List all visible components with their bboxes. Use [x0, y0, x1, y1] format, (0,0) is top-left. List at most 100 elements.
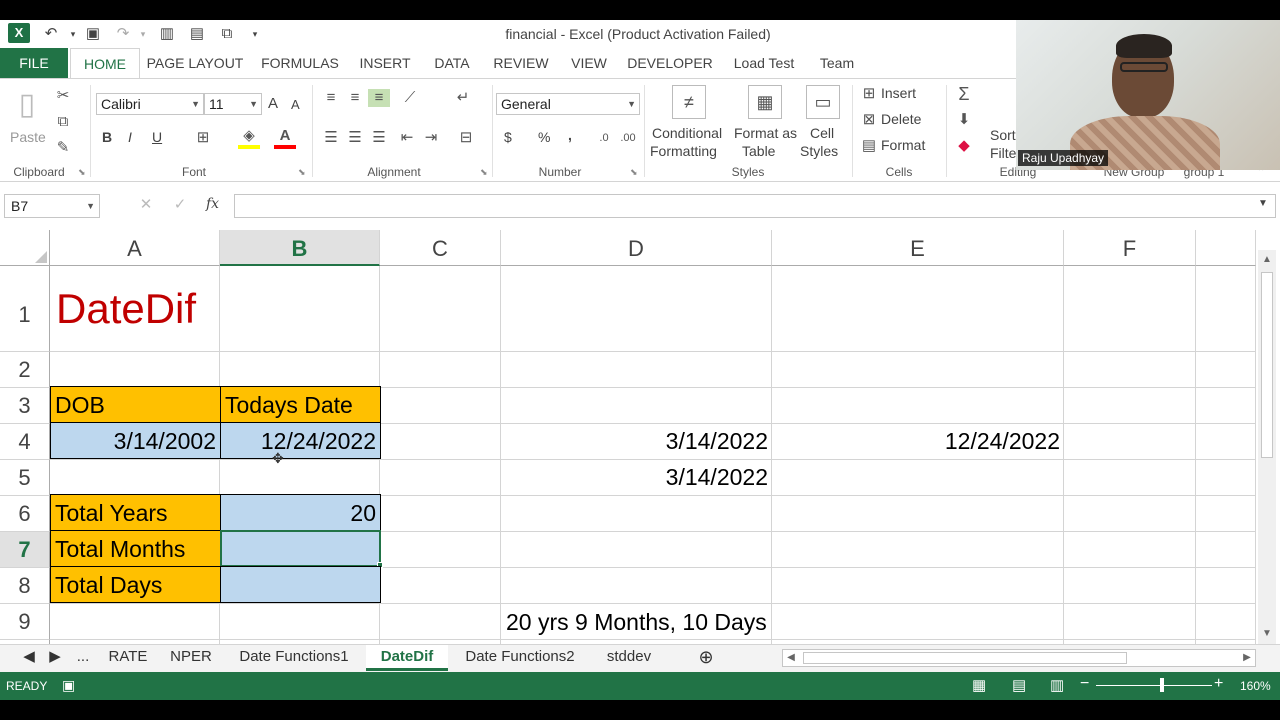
tab-load-test[interactable]: Load Test — [728, 48, 800, 78]
wrap-text-icon[interactable]: ↵ — [452, 89, 474, 107]
fill-color-icon[interactable]: ◈ — [238, 127, 260, 149]
cut-icon[interactable]: ✂ — [54, 87, 72, 105]
cell-styles-icon[interactable]: ▭ — [806, 85, 840, 119]
clear-icon[interactable]: ◆ — [954, 137, 974, 155]
tab-review[interactable]: REVIEW — [490, 48, 552, 78]
align-left-icon[interactable]: ☰ — [320, 129, 342, 147]
horizontal-scroll-thumb[interactable] — [803, 652, 1127, 664]
sheet-tab-nper[interactable]: NPER — [162, 645, 220, 671]
align-top-icon[interactable]: ≡ — [320, 89, 342, 107]
shrink-font-button[interactable]: A — [291, 97, 300, 112]
sheet-tab-datedif[interactable]: DateDif — [366, 645, 448, 671]
format-as-table-line1[interactable]: Format as — [734, 125, 797, 141]
next-sheet-icon[interactable]: ▶ — [46, 645, 64, 671]
enter-icon[interactable]: ✓ — [170, 196, 190, 214]
insert-cells-icon[interactable]: ⊞ — [860, 85, 878, 103]
filter-button[interactable]: Filte — [990, 145, 1016, 161]
cell-a1[interactable]: DateDif — [52, 276, 352, 346]
cell-a7[interactable]: Total Months — [50, 530, 221, 567]
align-bottom-icon[interactable]: ≡ — [368, 89, 390, 107]
tab-team[interactable]: Team — [814, 48, 860, 78]
column-header-e[interactable]: E — [772, 230, 1064, 266]
cancel-icon[interactable]: ✕ — [136, 196, 156, 214]
italic-button[interactable]: I — [128, 129, 132, 145]
align-center-icon[interactable]: ☰ — [344, 129, 366, 147]
font-name-combo[interactable]: Calibri ▼ — [96, 93, 204, 115]
delete-cells-icon[interactable]: ⊠ — [860, 111, 878, 129]
format-as-table-icon[interactable]: ▦ — [748, 85, 782, 119]
borders-icon[interactable]: ⊞ — [192, 129, 214, 147]
tab-insert[interactable]: INSERT — [356, 48, 414, 78]
decrease-decimal-icon[interactable]: .00 — [618, 129, 638, 147]
font-launcher-icon[interactable]: ⬊ — [298, 167, 306, 178]
scroll-left-icon[interactable]: ◀ — [783, 650, 799, 666]
row-header-6[interactable]: 6 — [0, 496, 50, 532]
tab-data[interactable]: DATA — [428, 48, 476, 78]
insert-function-button[interactable]: fx — [206, 196, 219, 212]
expand-formula-bar-icon[interactable]: ▼ — [1258, 198, 1268, 209]
new-sheet-icon[interactable]: ⊕ — [694, 645, 718, 671]
tab-formulas[interactable]: FORMULAS — [258, 48, 342, 78]
row-header-3[interactable]: 3 — [0, 388, 50, 424]
autosum-icon[interactable]: Σ — [954, 85, 974, 103]
cell-styles-line2[interactable]: Styles — [800, 143, 838, 159]
row-header-8[interactable]: 8 — [0, 568, 50, 604]
cell-styles-line1[interactable]: Cell — [810, 125, 834, 141]
tab-view[interactable]: VIEW — [566, 48, 612, 78]
zoom-out-icon[interactable]: − — [1080, 675, 1089, 693]
tab-page-layout[interactable]: PAGE LAYOUT — [146, 48, 244, 78]
column-header-d[interactable]: D — [501, 230, 772, 266]
alignment-launcher-icon[interactable]: ⬊ — [480, 167, 488, 178]
delete-cells-button[interactable]: Delete — [881, 111, 921, 127]
merge-center-icon[interactable]: ⊟ — [452, 129, 480, 147]
tab-home[interactable]: HOME — [70, 48, 140, 79]
select-all-corner[interactable] — [0, 230, 50, 266]
increase-decimal-icon[interactable]: .0 — [594, 129, 614, 147]
paste-button[interactable]: Paste — [10, 129, 46, 145]
orientation-icon[interactable]: ⟋ — [396, 89, 424, 107]
copy-icon[interactable]: ⧉ — [54, 113, 72, 131]
font-size-combo[interactable]: 11 ▼ — [204, 93, 262, 115]
decrease-indent-icon[interactable]: ⇤ — [396, 129, 418, 147]
scroll-down-icon[interactable]: ▼ — [1259, 626, 1275, 642]
sheet-tab-date-functions1[interactable]: Date Functions1 — [226, 645, 362, 671]
cell-b4[interactable]: 12/24/2022 — [220, 422, 381, 459]
conditional-formatting-icon[interactable]: ≠ — [672, 85, 706, 119]
grow-font-button[interactable]: A — [268, 95, 278, 112]
name-box[interactable]: B7 ▼ — [4, 194, 100, 218]
formula-input[interactable] — [234, 194, 1276, 218]
column-header-g[interactable] — [1196, 230, 1256, 266]
increase-indent-icon[interactable]: ⇥ — [420, 129, 442, 147]
sheet-tab-rate[interactable]: RATE — [100, 645, 156, 671]
align-right-icon[interactable]: ☰ — [368, 129, 390, 147]
sort-button[interactable]: Sort — [990, 127, 1016, 143]
row-header-4[interactable]: 4 — [0, 424, 50, 460]
percent-button[interactable]: % — [538, 129, 550, 145]
sheet-tab-more[interactable]: ... — [70, 645, 96, 671]
conditional-formatting-line2[interactable]: Formatting — [650, 143, 717, 159]
paste-icon[interactable]: ▯ — [10, 85, 44, 125]
tab-developer[interactable]: DEVELOPER — [626, 48, 714, 78]
cell-d9[interactable]: 20 yrs 9 Months, 10 Days — [502, 604, 902, 640]
format-cells-icon[interactable]: ▤ — [860, 137, 878, 155]
row-header-7[interactable]: 7 — [0, 532, 50, 568]
comma-button[interactable]: , — [568, 127, 572, 143]
sheet-tab-date-functions2[interactable]: Date Functions2 — [452, 645, 588, 671]
number-format-combo[interactable]: General ▼ — [496, 93, 640, 115]
cell-a3[interactable]: DOB — [50, 386, 221, 423]
cell-d5[interactable]: 3/14/2022 — [501, 459, 772, 495]
prev-sheet-icon[interactable]: ◀ — [20, 645, 38, 671]
cell-b3[interactable]: Todays Date — [220, 386, 381, 423]
fill-icon[interactable]: ⬇ — [954, 111, 974, 129]
zoom-slider-track[interactable] — [1096, 685, 1212, 686]
scroll-up-icon[interactable]: ▲ — [1259, 252, 1275, 268]
cell-b8[interactable] — [220, 566, 381, 603]
align-middle-icon[interactable]: ≡ — [344, 89, 366, 107]
format-painter-icon[interactable]: ✎ — [54, 139, 72, 157]
zoom-in-icon[interactable]: + — [1214, 675, 1223, 693]
tab-file[interactable]: FILE — [0, 48, 68, 78]
macro-record-icon[interactable]: ▣ — [62, 677, 75, 694]
currency-button[interactable]: $ — [504, 129, 512, 145]
cell-b7-selected[interactable] — [220, 530, 381, 567]
bold-button[interactable]: B — [102, 129, 112, 145]
